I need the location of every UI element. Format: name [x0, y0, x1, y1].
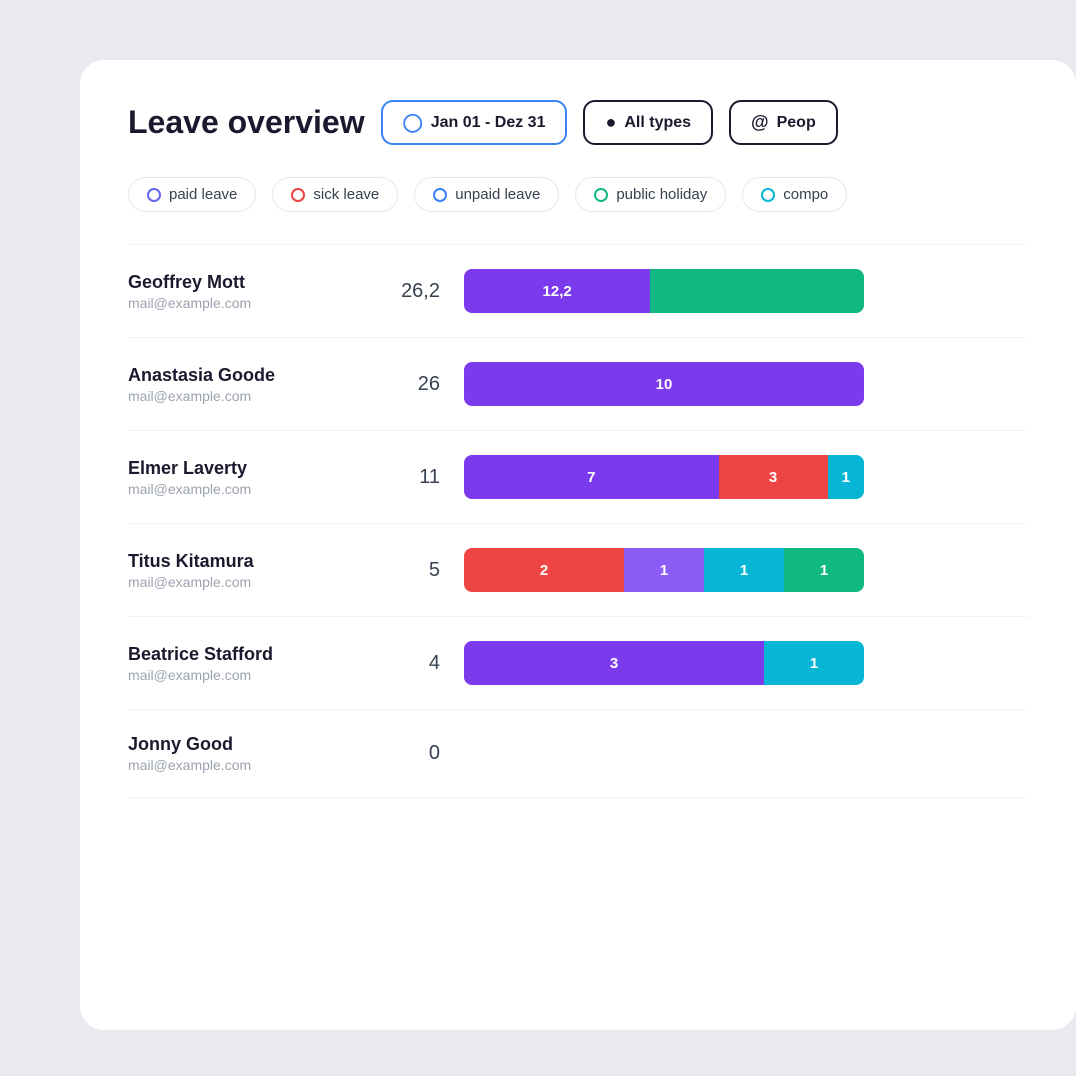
employee-bar: 2111 — [464, 548, 864, 592]
legend-dot-unpaid_leave — [433, 188, 447, 202]
employee-email: mail@example.com — [128, 667, 368, 683]
employee-email: mail@example.com — [128, 757, 368, 773]
employee-bar: 31 — [464, 641, 864, 685]
bar-segment: 1 — [828, 455, 864, 499]
employee-row: Geoffrey Mott mail@example.com 26,2 12,2 — [80, 245, 1076, 337]
bar-segment: 3 — [719, 455, 828, 499]
legend-dot-comp — [761, 188, 775, 202]
employee-total: 26,2 — [392, 280, 440, 303]
bar-segment: 2 — [464, 548, 624, 592]
bar-segment: 1 — [784, 548, 864, 592]
legend-label-unpaid_leave: unpaid leave — [455, 186, 540, 203]
header: Leave overview ◯ Jan 01 - Dez 31 ● All t… — [80, 100, 1076, 177]
employee-name: Anastasia Goode — [128, 365, 368, 386]
employee-total: 11 — [392, 466, 440, 489]
employee-email: mail@example.com — [128, 388, 368, 404]
bar-segment: 1 — [704, 548, 784, 592]
legend-label-paid_leave: paid leave — [169, 186, 237, 203]
employee-bar: 10 — [464, 362, 864, 406]
employee-name: Geoffrey Mott — [128, 272, 368, 293]
circle-icon: ● — [605, 112, 616, 133]
legend-label-public_holiday: public holiday — [616, 186, 707, 203]
employee-info: Beatrice Stafford mail@example.com — [128, 644, 368, 683]
employee-name: Titus Kitamura — [128, 551, 368, 572]
legend-dot-sick_leave — [291, 188, 305, 202]
bar-segment — [650, 269, 864, 313]
employee-email: mail@example.com — [128, 295, 368, 311]
employee-bar: 12,2 — [464, 269, 864, 313]
at-icon: @ — [751, 112, 769, 133]
people-filter-button[interactable]: @ Peop — [729, 100, 838, 145]
date-filter-button[interactable]: ◯ Jan 01 - Dez 31 — [381, 100, 568, 145]
legend-item-sick_leave[interactable]: sick leave — [272, 177, 398, 212]
bar-segment: 1 — [764, 641, 864, 685]
employee-info: Titus Kitamura mail@example.com — [128, 551, 368, 590]
employee-email: mail@example.com — [128, 481, 368, 497]
employee-name: Jonny Good — [128, 734, 368, 755]
employee-info: Elmer Laverty mail@example.com — [128, 458, 368, 497]
legend-item-comp[interactable]: compo — [742, 177, 847, 212]
bar-segment: 3 — [464, 641, 764, 685]
employee-row: Titus Kitamura mail@example.com 52111 — [80, 524, 1076, 616]
employee-name: Elmer Laverty — [128, 458, 368, 479]
legend-label-comp: compo — [783, 186, 828, 203]
employee-total: 4 — [392, 652, 440, 675]
row-divider — [128, 797, 1028, 798]
clock-icon: ◯ — [403, 112, 423, 133]
legend-item-paid_leave[interactable]: paid leave — [128, 177, 256, 212]
type-filter-button[interactable]: ● All types — [583, 100, 713, 145]
employee-row: Beatrice Stafford mail@example.com 4 31 — [80, 617, 1076, 709]
employee-info: Geoffrey Mott mail@example.com — [128, 272, 368, 311]
legend-label-sick_leave: sick leave — [313, 186, 379, 203]
bar-segment: 12,2 — [464, 269, 650, 313]
employee-total: 5 — [392, 559, 440, 582]
employee-name: Beatrice Stafford — [128, 644, 368, 665]
employee-row: Anastasia Goode mail@example.com 26 10 — [80, 338, 1076, 430]
bar-segment: 1 — [624, 548, 704, 592]
employee-info: Anastasia Goode mail@example.com — [128, 365, 368, 404]
employee-bar: 731 — [464, 455, 864, 499]
employee-row: Elmer Laverty mail@example.com 11 731 — [80, 431, 1076, 523]
legend-dot-public_holiday — [594, 188, 608, 202]
legend-item-unpaid_leave[interactable]: unpaid leave — [414, 177, 559, 212]
legend-row: paid leave sick leave unpaid leave publi… — [80, 177, 1076, 244]
employee-row: Jonny Good mail@example.com 0 — [80, 710, 1076, 797]
employee-total: 26 — [392, 373, 440, 396]
legend-dot-paid_leave — [147, 188, 161, 202]
page-title: Leave overview — [128, 104, 365, 141]
main-card: Leave overview ◯ Jan 01 - Dez 31 ● All t… — [80, 60, 1076, 1030]
legend-item-public_holiday[interactable]: public holiday — [575, 177, 726, 212]
employee-info: Jonny Good mail@example.com — [128, 734, 368, 773]
bar-segment: 7 — [464, 455, 719, 499]
bar-segment: 10 — [464, 362, 864, 406]
employee-total: 0 — [392, 742, 440, 765]
employee-email: mail@example.com — [128, 574, 368, 590]
